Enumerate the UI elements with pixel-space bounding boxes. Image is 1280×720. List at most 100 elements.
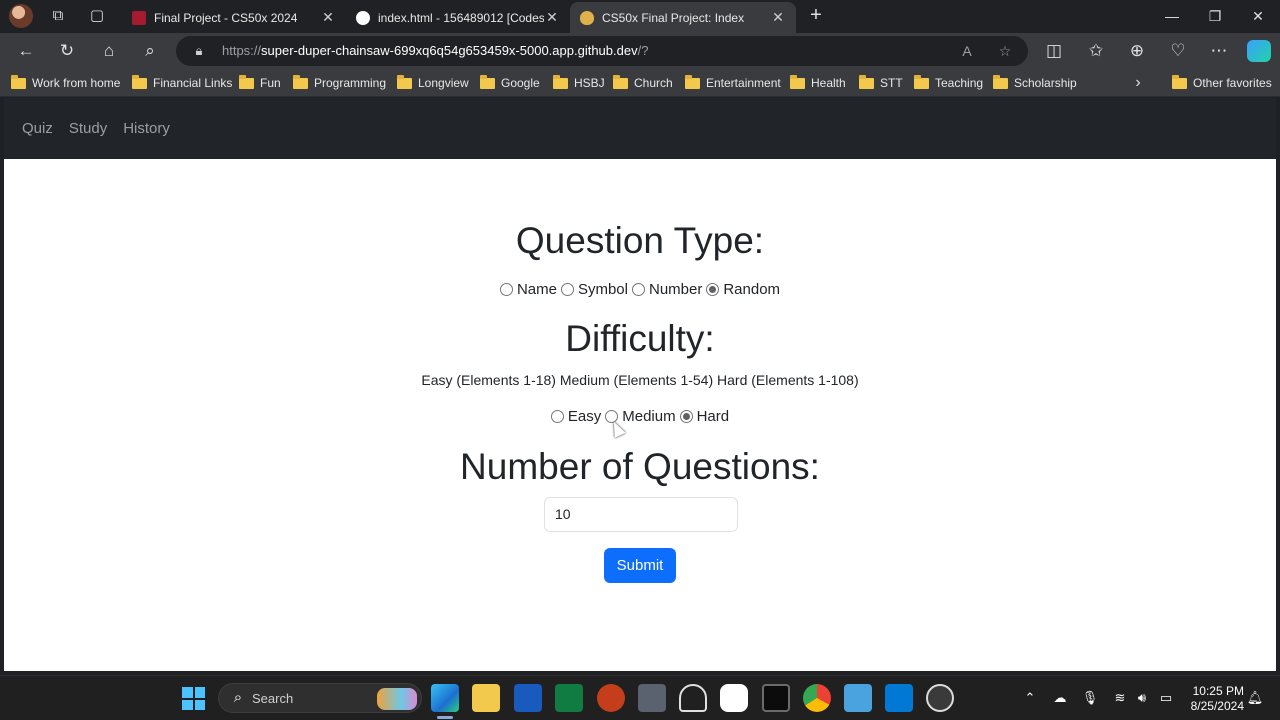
question-type-symbol-option[interactable]: Symbol bbox=[560, 281, 628, 298]
tab-title: CS50x Final Project: Index bbox=[602, 10, 745, 25]
back-arrow-icon[interactable]: ← bbox=[14, 39, 38, 63]
obs-icon[interactable] bbox=[926, 684, 954, 712]
option-label: Random bbox=[723, 281, 781, 298]
favorite-folder[interactable]: Teaching bbox=[914, 73, 983, 93]
profile-avatar[interactable] bbox=[9, 4, 33, 28]
folder-icon bbox=[914, 74, 929, 89]
split-screen-icon[interactable]: ◫ bbox=[1042, 39, 1066, 63]
question-type-number-option[interactable]: Number bbox=[631, 281, 702, 298]
taskbar-clock[interactable]: 10:25 PM 8/25/2024 bbox=[1180, 684, 1244, 714]
show-hidden-icons-chevron-icon[interactable]: ⌃ bbox=[1020, 688, 1040, 708]
radio-symbol[interactable] bbox=[560, 283, 574, 296]
excel-icon[interactable] bbox=[555, 684, 583, 712]
favorite-folder[interactable]: Scholarship bbox=[993, 73, 1077, 93]
volume-icon[interactable]: 🔊︎ bbox=[1132, 688, 1152, 708]
workspaces-icon[interactable]: ⧉ bbox=[47, 5, 69, 27]
minimize-button[interactable]: — bbox=[1152, 4, 1192, 28]
radio-random[interactable] bbox=[706, 283, 720, 296]
favorite-folder[interactable]: Financial Links bbox=[132, 73, 232, 93]
active-app-indicator bbox=[437, 716, 453, 719]
favorite-folder[interactable]: Work from home bbox=[11, 73, 120, 93]
question-type-random-option[interactable]: Random bbox=[706, 281, 780, 298]
favorite-folder[interactable]: Church bbox=[613, 73, 673, 93]
read-aloud-icon[interactable]: A bbox=[956, 40, 978, 62]
start-windows-icon[interactable] bbox=[182, 687, 205, 710]
favorite-folder[interactable]: Entertainment bbox=[685, 73, 781, 93]
close-tab-icon[interactable]: ✕ bbox=[320, 9, 336, 26]
edge-icon[interactable] bbox=[431, 684, 459, 712]
onedrive-cloud-icon[interactable]: ☁ bbox=[1050, 688, 1070, 708]
favorite-folder[interactable]: HSBJ bbox=[553, 73, 605, 93]
favorite-star-icon[interactable]: ☆ bbox=[994, 40, 1016, 62]
favorite-folder[interactable]: Longview bbox=[397, 73, 469, 93]
new-tab-button[interactable]: + bbox=[805, 4, 827, 28]
maximize-button[interactable]: ❐ bbox=[1195, 4, 1235, 28]
chrome-icon[interactable] bbox=[803, 684, 831, 712]
url-path: /? bbox=[637, 43, 649, 58]
more-menu-icon[interactable]: ⋯ bbox=[1207, 39, 1231, 63]
browser-toolbar: ← ↻ ⌂ ⌕ 🔒︎ https://super-duper-chainsaw-… bbox=[0, 33, 1280, 69]
notification-bell-icon[interactable]: 🔔︎ bbox=[1245, 688, 1265, 708]
favorites-icon[interactable]: ✩ bbox=[1084, 39, 1108, 63]
wifi-icon[interactable]: ≋ bbox=[1110, 688, 1130, 708]
tab-title: Final Project - CS50x 2024 bbox=[154, 10, 298, 25]
url-protocol: https:// bbox=[222, 43, 262, 58]
microphone-icon[interactable]: 🎙︎ bbox=[1080, 688, 1100, 708]
radio-name[interactable] bbox=[499, 283, 513, 296]
collections-icon[interactable]: ⊕ bbox=[1125, 39, 1149, 63]
battery-icon[interactable]: ▭ bbox=[1156, 688, 1176, 708]
address-bar[interactable]: 🔒︎ https://super-duper-chainsaw-699xq6q5… bbox=[176, 36, 1028, 66]
home-icon[interactable]: ⌂ bbox=[97, 39, 121, 63]
file-explorer-icon[interactable] bbox=[472, 684, 500, 712]
difficulty-options: Easy Medium Hard bbox=[4, 408, 1276, 425]
clock-time: 10:25 PM bbox=[1192, 684, 1244, 698]
difficulty-hard-option[interactable]: Hard bbox=[679, 408, 729, 425]
vertical-tabs-icon[interactable]: ▢ bbox=[86, 5, 108, 27]
difficulty-easy-option[interactable]: Easy bbox=[550, 408, 601, 425]
folder-icon bbox=[613, 74, 628, 89]
close-tab-icon[interactable]: ✕ bbox=[770, 9, 786, 26]
submit-button[interactable]: Submit bbox=[604, 548, 676, 583]
nav-history-link[interactable]: History bbox=[123, 120, 170, 137]
calculator-icon[interactable] bbox=[638, 684, 666, 712]
notepad-icon[interactable] bbox=[844, 684, 872, 712]
folder-icon bbox=[480, 74, 495, 89]
question-type-name-option[interactable]: Name bbox=[499, 281, 557, 298]
money-bag-favicon-icon bbox=[580, 10, 594, 25]
inkscape-icon[interactable] bbox=[679, 684, 707, 712]
favorite-label: Financial Links bbox=[153, 76, 233, 90]
search-icon[interactable]: ⌕ bbox=[138, 39, 162, 63]
close-tab-icon[interactable]: ✕ bbox=[544, 9, 560, 26]
other-favorites-folder[interactable]: Other favorites bbox=[1172, 73, 1272, 93]
browser-essentials-icon[interactable]: ♡ bbox=[1166, 39, 1190, 63]
tab-final-project[interactable]: Final Project - CS50x 2024 ✕ bbox=[122, 2, 346, 33]
favorite-folder[interactable]: Health bbox=[790, 73, 846, 93]
tab-final-project-index[interactable]: CS50x Final Project: Index ✕ bbox=[570, 2, 796, 33]
favorite-folder[interactable]: Google bbox=[480, 73, 540, 93]
refresh-icon[interactable]: ↻ bbox=[55, 39, 79, 63]
lock-icon[interactable]: 🔒︎ bbox=[190, 41, 208, 61]
radio-hard[interactable] bbox=[679, 410, 693, 423]
favorite-folder[interactable]: Fun bbox=[239, 73, 281, 93]
chevron-right-icon[interactable]: › bbox=[1128, 73, 1148, 93]
windows-taskbar: ⌕ Search ⌃ ☁ 🎙︎ ≋ 🔊︎ ▭ 10:25 PM 8/25/202… bbox=[0, 675, 1280, 720]
favorite-folder[interactable]: Programming bbox=[293, 73, 386, 93]
number-of-questions-input[interactable]: 10 bbox=[544, 497, 738, 532]
powerpoint-icon[interactable] bbox=[597, 684, 625, 712]
radio-easy[interactable] bbox=[550, 410, 564, 423]
close-window-button[interactable]: ✕ bbox=[1238, 4, 1278, 28]
copilot-icon[interactable] bbox=[1247, 40, 1271, 62]
tab-codespaces[interactable]: index.html - 156489012 [Codespa ✕ bbox=[346, 2, 570, 33]
folder-icon bbox=[132, 74, 147, 89]
cricut-icon[interactable] bbox=[720, 684, 748, 712]
favorite-folder[interactable]: STT bbox=[859, 73, 903, 93]
terminal-icon[interactable] bbox=[762, 684, 790, 712]
radio-number[interactable] bbox=[631, 283, 645, 296]
taskbar-search[interactable]: ⌕ Search bbox=[218, 683, 422, 713]
nav-quiz-link[interactable]: Quiz bbox=[22, 120, 53, 137]
favorite-label: Work from home bbox=[32, 76, 121, 90]
word-icon[interactable] bbox=[514, 684, 542, 712]
url-text[interactable]: https://super-duper-chainsaw-699xq6q54g6… bbox=[222, 43, 648, 58]
nav-study-link[interactable]: Study bbox=[69, 120, 107, 137]
vscode-icon[interactable] bbox=[885, 684, 913, 712]
